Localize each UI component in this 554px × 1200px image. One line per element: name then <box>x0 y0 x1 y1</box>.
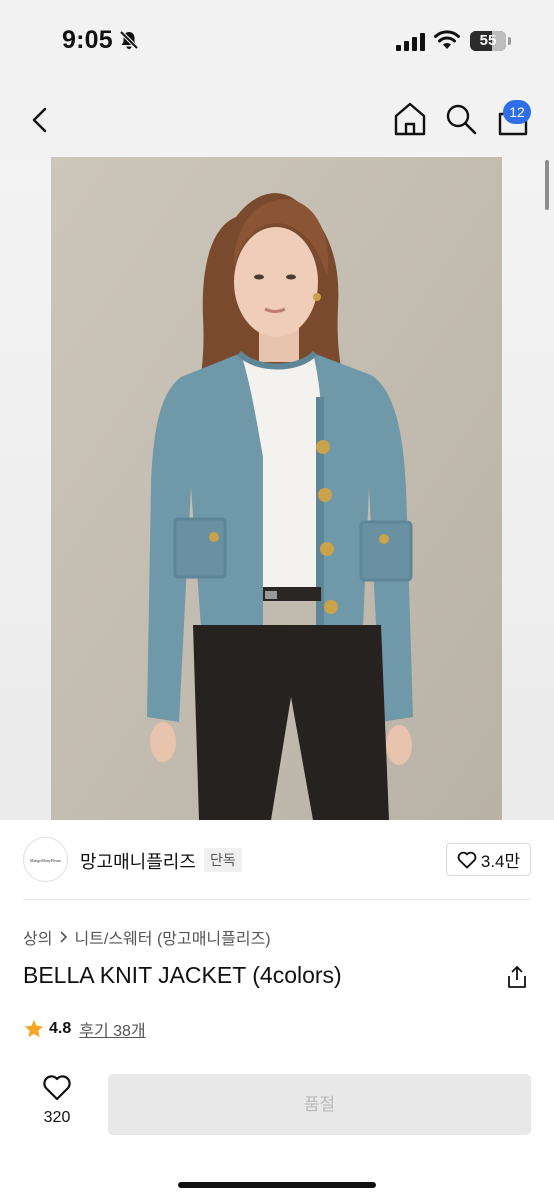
sold-out-button[interactable]: 품절 <box>108 1074 531 1135</box>
home-indicator <box>178 1182 376 1188</box>
exclusive-badge: 단독 <box>204 848 242 872</box>
divider <box>23 899 531 900</box>
product-image[interactable] <box>51 157 502 820</box>
battery-indicator: 55 <box>470 31 506 51</box>
brand-like-button[interactable]: 3.4만 <box>446 843 531 876</box>
star-icon <box>24 1019 44 1038</box>
cellular-signal-icon <box>396 33 426 56</box>
chevron-left-icon <box>32 107 47 133</box>
status-time: 9:05 <box>62 26 113 54</box>
wifi-icon <box>434 30 460 55</box>
share-icon <box>508 966 526 988</box>
search-button[interactable] <box>444 102 478 136</box>
breadcrumb-subcategory[interactable]: 니트/스웨터 (망고매니플리즈) <box>74 925 270 949</box>
scroll-indicator <box>545 160 549 210</box>
cart-count-badge: 12 <box>503 100 531 124</box>
brand-name[interactable]: 망고매니플리즈 <box>80 848 196 874</box>
home-button[interactable] <box>392 100 428 138</box>
heart-icon <box>43 1075 71 1101</box>
share-button[interactable] <box>505 964 529 990</box>
bell-off-icon <box>118 29 140 56</box>
product-title: BELLA KNIT JACKET (4colors) <box>23 962 342 988</box>
battery-level: 55 <box>479 32 497 49</box>
reviews-link[interactable]: 후기 38개 <box>79 1017 145 1041</box>
rating-row: 4.8 후기 38개 <box>23 1017 146 1041</box>
search-icon <box>446 104 477 135</box>
home-icon <box>394 102 426 136</box>
wishlist-count: 320 <box>43 1109 71 1126</box>
chevron-right-icon <box>60 931 68 943</box>
back-button[interactable] <box>26 104 56 136</box>
heart-icon <box>457 851 477 868</box>
battery-nub <box>508 37 511 45</box>
breadcrumb-category[interactable]: 상의 <box>23 925 52 949</box>
breadcrumb: 상의 니트/스웨터 (망고매니플리즈) <box>23 925 271 949</box>
brand-logo[interactable]: MangoManyPlease <box>23 837 68 882</box>
brand-like-count: 3.4만 <box>480 852 521 871</box>
rating-value: 4.8 <box>49 1020 72 1037</box>
model-wearing-cardigan-illustration <box>51 157 502 820</box>
